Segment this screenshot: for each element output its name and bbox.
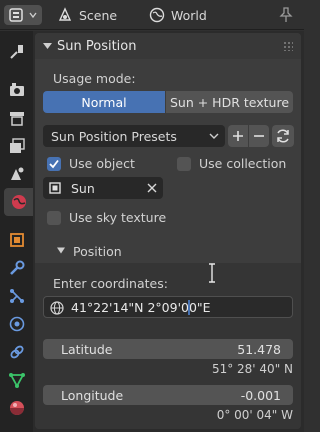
- wrench-icon: [10, 260, 25, 275]
- use-sky-texture-checkbox[interactable]: [47, 211, 61, 225]
- longitude-dms: 0° 00' 04" W: [216, 408, 293, 422]
- use-sky-texture-label: Use sky texture: [69, 210, 167, 225]
- chevron-down-icon: [29, 12, 37, 19]
- particles-icon: [10, 289, 24, 303]
- tab-render[interactable]: [3, 76, 31, 104]
- use-collection-label: Use collection: [199, 156, 287, 171]
- longitude-label: Longitude: [61, 387, 124, 403]
- chevron-down-icon: [57, 247, 65, 254]
- scene-label: Scene: [79, 7, 118, 23]
- render-icon: [10, 83, 24, 96]
- chevron-down-icon: [43, 43, 52, 49]
- properties-editor-icon: [9, 8, 23, 22]
- position-subpanel-header[interactable]: Position: [35, 239, 301, 263]
- enter-coordinates-label: Enter coordinates:: [53, 276, 168, 291]
- refresh-icon: [277, 129, 289, 143]
- object-type-icon: [49, 182, 61, 194]
- tab-output[interactable]: [3, 104, 31, 132]
- mode-sun-hdr-label: Sun + HDR texture: [169, 94, 290, 110]
- tab-object[interactable]: [3, 226, 31, 254]
- tab-tool[interactable]: [3, 38, 31, 66]
- material-icon: [10, 401, 24, 415]
- properties-main: Sun Position Usage mode: Normal Sun + HD…: [33, 31, 304, 432]
- tab-constraints[interactable]: [3, 338, 31, 366]
- tab-scene[interactable]: [3, 160, 31, 188]
- presets-dropdown[interactable]: Sun Position Presets: [43, 125, 225, 147]
- panel-title: Sun Position: [57, 39, 137, 54]
- scene-tab-icon: [11, 167, 24, 180]
- add-preset-button[interactable]: [228, 125, 248, 147]
- close-icon[interactable]: [147, 183, 157, 193]
- tab-data[interactable]: [3, 366, 31, 394]
- use-object-checkbox[interactable]: [47, 157, 61, 171]
- drag-grip-icon[interactable]: [283, 41, 293, 51]
- world-label: World: [171, 7, 207, 23]
- tab-modifiers[interactable]: [3, 254, 31, 282]
- properties-header: Scene World: [0, 0, 304, 30]
- plus-icon: [233, 131, 243, 141]
- text-cursor-icon: [209, 263, 215, 283]
- chevron-down-icon: [209, 133, 219, 139]
- latitude-label: Latitude: [61, 341, 113, 357]
- mode-sun-hdr-button[interactable]: Sun + HDR texture: [166, 91, 293, 113]
- panel-header[interactable]: Sun Position: [35, 33, 301, 59]
- world-selector[interactable]: World: [149, 7, 207, 23]
- constraints-icon: [10, 345, 24, 359]
- remove-preset-button[interactable]: [249, 125, 269, 147]
- view-layer-icon: [10, 138, 25, 153]
- longitude-value: -0.001: [240, 387, 281, 403]
- use-collection-checkbox[interactable]: [177, 157, 191, 171]
- globe-icon: [50, 301, 64, 315]
- world-icon: [149, 7, 165, 23]
- coordinates-input[interactable]: 41°22'14"N 2°09'00"E: [43, 296, 293, 318]
- editor-type-button[interactable]: [4, 5, 42, 25]
- latitude-value: 51.478: [237, 341, 281, 357]
- mode-normal-button[interactable]: Normal: [43, 91, 165, 113]
- output-icon: [10, 112, 24, 126]
- sun-object-name: Sun: [71, 181, 95, 196]
- use-object-label: Use object: [69, 156, 135, 171]
- position-label: Position: [73, 244, 122, 259]
- text-caret: [188, 300, 190, 315]
- properties-tabs: [0, 31, 33, 432]
- world-tab-icon: [11, 195, 26, 209]
- reload-presets-button[interactable]: [272, 125, 294, 147]
- longitude-field[interactable]: Longitude -0.001: [43, 385, 293, 405]
- tool-icon: [10, 45, 23, 59]
- pin-icon[interactable]: [278, 6, 294, 24]
- physics-icon: [9, 316, 25, 332]
- checkmark-icon: [49, 159, 59, 169]
- tab-view-layer[interactable]: [3, 132, 31, 160]
- latitude-dms: 51° 28' 40" N: [211, 362, 293, 376]
- mesh-data-icon: [9, 373, 25, 388]
- object-icon: [10, 233, 24, 247]
- tab-physics[interactable]: [3, 310, 31, 338]
- minus-icon: [254, 135, 264, 137]
- usage-mode-label: Usage mode:: [53, 71, 136, 86]
- tab-material[interactable]: [3, 394, 31, 422]
- sun-object-field[interactable]: Sun: [43, 177, 163, 199]
- tab-world[interactable]: [4, 188, 33, 216]
- scene-icon: [58, 7, 72, 21]
- presets-label: Sun Position Presets: [51, 128, 177, 144]
- tab-particles[interactable]: [3, 282, 31, 310]
- mode-normal-label: Normal: [81, 94, 127, 110]
- latitude-field[interactable]: Latitude 51.478: [43, 339, 293, 359]
- scene-selector[interactable]: Scene: [57, 7, 117, 23]
- sun-position-panel: Sun Position Usage mode: Normal Sun + HD…: [35, 33, 301, 429]
